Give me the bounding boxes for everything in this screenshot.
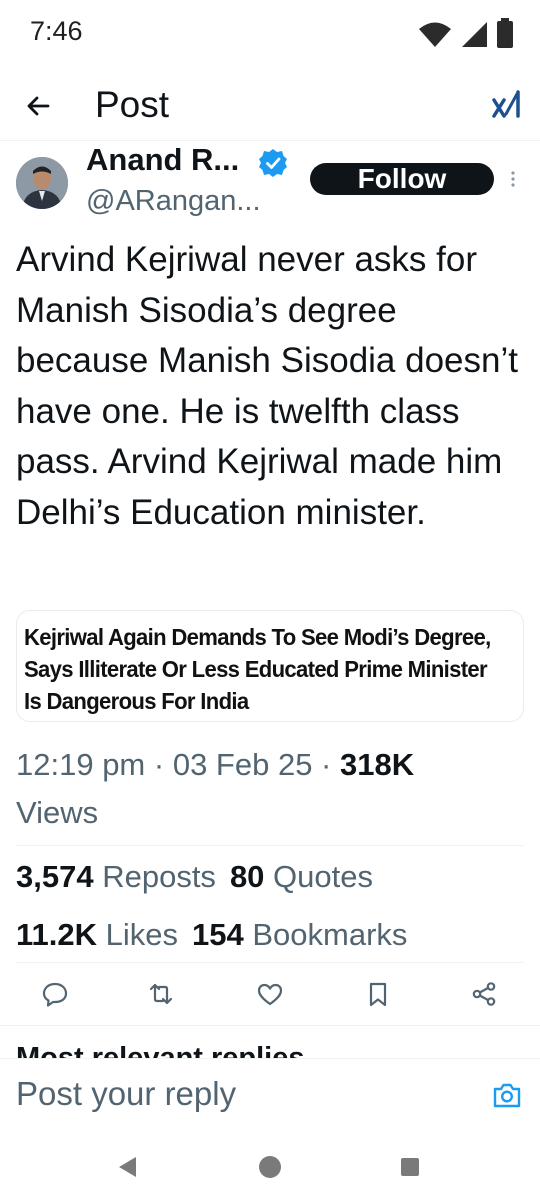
reposts-stat[interactable]: 3,574 Reposts: [16, 859, 216, 895]
bookmarks-count: 154: [192, 917, 244, 952]
reposts-label: Reposts: [102, 859, 216, 894]
repost-icon[interactable]: [147, 980, 175, 1008]
reposts-count: 3,574: [16, 859, 94, 894]
more-options-icon[interactable]: [508, 169, 518, 189]
nav-home-icon[interactable]: [256, 1153, 284, 1181]
quotes-stat[interactable]: 80 Quotes: [230, 859, 373, 895]
meta-separator: ·: [145, 747, 173, 782]
divider: [16, 962, 524, 963]
system-nav-bar: [0, 1131, 540, 1200]
bookmark-icon[interactable]: [364, 980, 392, 1008]
reply-icon[interactable]: [41, 980, 69, 1008]
likes-label: Likes: [105, 917, 179, 952]
status-icons: [418, 18, 514, 48]
avatar-image: [16, 157, 68, 209]
wifi-icon: [419, 22, 451, 47]
nav-back-icon[interactable]: [114, 1153, 142, 1181]
author-row: Anand R... @ARangan... Follow: [0, 142, 540, 225]
camera-icon[interactable]: [492, 1081, 522, 1109]
action-bar: [0, 968, 540, 1023]
avatar[interactable]: [16, 157, 68, 209]
media-headline: Kejriwal Again Demands To See Modi’s Deg…: [24, 624, 491, 714]
grok-icon[interactable]: [490, 88, 522, 122]
likes-count: 11.2K: [16, 917, 98, 952]
status-time: 7:46: [30, 16, 83, 46]
app-bar: Post: [0, 72, 540, 141]
replies-sort-heading[interactable]: Most relevant replies ⌄: [16, 1040, 337, 1058]
tweet-meta: 12:19 pm · 03 Feb 25 · 318K Views: [16, 741, 526, 837]
author-name[interactable]: Anand R...: [86, 142, 239, 178]
share-icon[interactable]: [470, 980, 498, 1008]
divider: [0, 1025, 540, 1026]
reply-bar: [0, 1058, 540, 1132]
signal-icon: [462, 22, 487, 47]
battery-icon: [497, 18, 513, 48]
back-arrow-icon[interactable]: [22, 90, 54, 122]
stats-row-likes: 11.2K Likes 154 Bookmarks: [16, 913, 407, 957]
author-handle[interactable]: @ARangan...: [86, 185, 261, 218]
views-label: Views: [16, 795, 99, 830]
stats-row-reposts: 3,574 Reposts 80 Quotes: [16, 855, 373, 899]
bookmarks-stat[interactable]: 154 Bookmarks: [192, 917, 407, 953]
tweet-date: 03 Feb 25: [172, 747, 313, 782]
verified-badge-icon: [259, 149, 287, 177]
page-title: Post: [95, 84, 170, 125]
bookmarks-label: Bookmarks: [252, 917, 408, 952]
media-card[interactable]: Kejriwal Again Demands To See Modi’s Deg…: [16, 610, 524, 722]
quotes-count: 80: [229, 859, 265, 894]
likes-stat[interactable]: 11.2K Likes: [16, 917, 178, 953]
divider: [16, 845, 524, 846]
tweet-time: 12:19 pm: [16, 747, 146, 782]
views-count: 318K: [340, 747, 415, 782]
quotes-label: Quotes: [273, 859, 373, 894]
meta-separator: ·: [312, 747, 340, 782]
nav-recents-icon[interactable]: [396, 1153, 424, 1181]
tweet-text: Arvind Kejriwal never asks for Manish Si…: [16, 240, 518, 532]
follow-button[interactable]: Follow: [310, 163, 494, 195]
reply-input[interactable]: [16, 1071, 456, 1117]
status-bar: 7:46: [0, 0, 540, 70]
like-icon[interactable]: [256, 980, 284, 1008]
